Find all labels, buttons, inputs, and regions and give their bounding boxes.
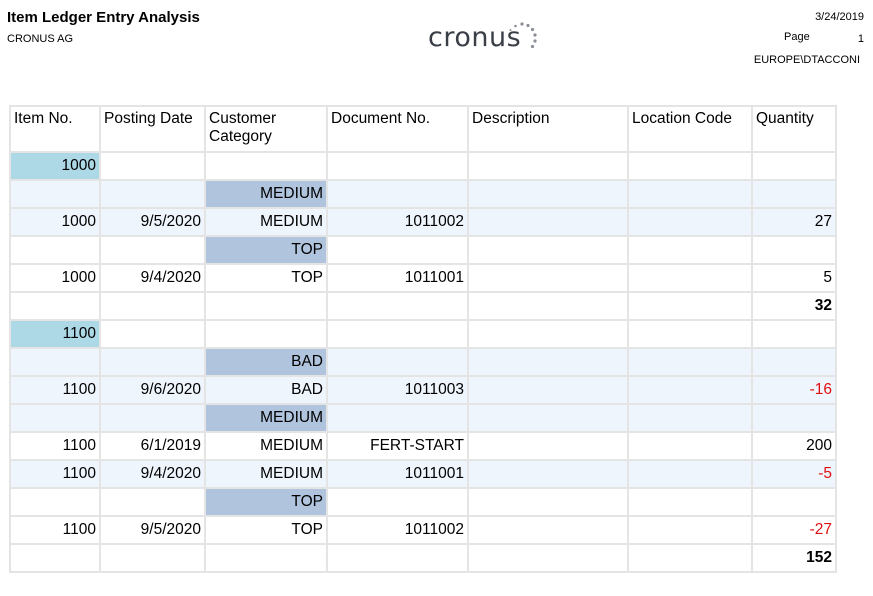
cell-posting-date: 6/1/2019 <box>99 431 206 461</box>
cell-quantity: 27 <box>751 207 837 237</box>
item-total-quantity: 152 <box>751 543 837 573</box>
report-title: Item Ledger Entry Analysis <box>7 9 200 26</box>
page-number: 1 <box>857 33 864 45</box>
cell-customer-category: BAD <box>204 375 328 405</box>
category-group-row: TOP <box>9 487 837 517</box>
category-group-row: MEDIUM <box>9 403 837 433</box>
cell-posting-date: 9/5/2020 <box>99 207 206 237</box>
cell-document-no: 1011001 <box>326 263 469 293</box>
table-row: 1100 6/1/2019 MEDIUM FERT-START 200 <box>9 431 837 461</box>
category-group-label: MEDIUM <box>204 403 328 433</box>
cell-document-no: 1011002 <box>326 515 469 545</box>
cronus-logo: cronus <box>428 20 548 60</box>
col-quantity: Quantity <box>751 105 837 153</box>
cell-document-no: 1011003 <box>326 375 469 405</box>
cell-quantity: -5 <box>751 459 837 489</box>
cell-posting-date: 9/4/2020 <box>99 263 206 293</box>
cell-document-no: 1011001 <box>326 459 469 489</box>
cell-description <box>467 375 629 405</box>
header-row: Item No. Posting Date Customer Category … <box>9 105 837 153</box>
table-row: 1000 9/5/2020 MEDIUM 1011002 27 <box>9 207 837 237</box>
category-group-row: TOP <box>9 235 837 265</box>
cell-document-no: 1011002 <box>326 207 469 237</box>
col-posting-date: Posting Date <box>99 105 206 153</box>
cell-item-no: 1100 <box>9 459 101 489</box>
category-group-label: TOP <box>204 487 328 517</box>
logo-dots-icon <box>509 22 537 49</box>
cell-quantity: -16 <box>751 375 837 405</box>
category-group-label: TOP <box>204 235 328 265</box>
cell-description <box>467 431 629 461</box>
cell-description <box>467 263 629 293</box>
cell-customer-category: MEDIUM <box>204 459 328 489</box>
table-row: 1100 9/6/2020 BAD 1011003 -16 <box>9 375 837 405</box>
cell-customer-category: MEDIUM <box>204 207 328 237</box>
cell-quantity: 5 <box>751 263 837 293</box>
cell-customer-category: TOP <box>204 263 328 293</box>
cell-item-no: 1100 <box>9 515 101 545</box>
table-row: 1100 9/4/2020 MEDIUM 1011001 -5 <box>9 459 837 489</box>
cell-item-no: 1100 <box>9 431 101 461</box>
cell-item-no: 1100 <box>9 375 101 405</box>
category-group-label: BAD <box>204 347 328 377</box>
item-group-row: 1100 <box>9 319 837 349</box>
col-item-no: Item No. <box>9 105 101 153</box>
ledger-table: Item No. Posting Date Customer Category … <box>9 105 837 573</box>
item-group-label: 1100 <box>9 319 101 349</box>
cell-quantity: -27 <box>751 515 837 545</box>
cell-description <box>467 459 629 489</box>
cell-posting-date: 9/5/2020 <box>99 515 206 545</box>
col-document-no: Document No. <box>326 105 469 153</box>
cell-location-code <box>627 375 753 405</box>
col-description: Description <box>467 105 629 153</box>
user-id: EUROPE\DTACCONI <box>753 54 860 66</box>
cell-description <box>467 515 629 545</box>
category-group-label: MEDIUM <box>204 179 328 209</box>
cell-description <box>467 207 629 237</box>
report-date: 3/24/2019 <box>815 11 864 23</box>
cell-quantity: 200 <box>751 431 837 461</box>
category-group-row: BAD <box>9 347 837 377</box>
cell-location-code <box>627 459 753 489</box>
cell-location-code <box>627 207 753 237</box>
cell-location-code <box>627 515 753 545</box>
item-group-label: 1000 <box>9 151 101 181</box>
item-total-quantity: 32 <box>751 291 837 321</box>
cell-posting-date: 9/4/2020 <box>99 459 206 489</box>
item-total-row: 152 <box>9 543 837 573</box>
cell-item-no: 1000 <box>9 263 101 293</box>
col-location-code: Location Code <box>627 105 753 153</box>
item-group-row: 1000 <box>9 151 837 181</box>
cell-item-no: 1000 <box>9 207 101 237</box>
item-total-row: 32 <box>9 291 837 321</box>
cell-location-code <box>627 263 753 293</box>
cell-posting-date: 9/6/2020 <box>99 375 206 405</box>
cell-customer-category: MEDIUM <box>204 431 328 461</box>
col-customer-category: Customer Category <box>204 105 328 153</box>
table-row: 1100 9/5/2020 TOP 1011002 -27 <box>9 515 837 545</box>
cell-location-code <box>627 431 753 461</box>
table-row: 1000 9/4/2020 TOP 1011001 5 <box>9 263 837 293</box>
company-name: CRONUS AG <box>7 33 74 45</box>
cell-document-no: FERT-START <box>326 431 469 461</box>
category-group-row: MEDIUM <box>9 179 837 209</box>
cell-customer-category: TOP <box>204 515 328 545</box>
page-label: Page <box>784 31 810 43</box>
